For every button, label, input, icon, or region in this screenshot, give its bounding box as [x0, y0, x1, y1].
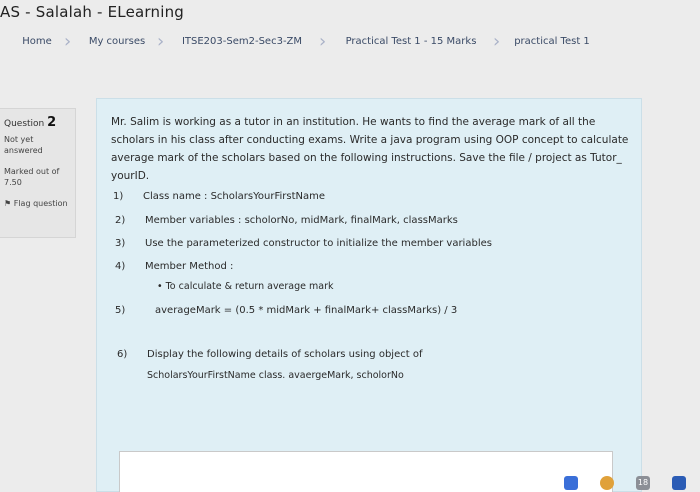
question-number-value: 2 [47, 115, 57, 130]
breadcrumb: Home › My courses › ITSE203-Sem2-Sec3-ZM… [6, 30, 600, 54]
flag-icon: ⚑ [4, 199, 12, 208]
list-item: 5) averageMark = (0.5 * midMark + finalMa… [115, 305, 458, 316]
breadcrumb-my-courses[interactable]: My courses [72, 30, 162, 54]
breadcrumb-section[interactable]: Practical Test 1 - 15 Marks [326, 30, 496, 54]
question-content: Mr. Salim is working as a tutor in an in… [96, 98, 642, 492]
list-item: 4) Member Method : [115, 261, 234, 272]
method-bullet: • To calculate & return average mark [157, 281, 334, 292]
badge-icon[interactable]: 18 [636, 476, 650, 490]
list-item-continuation: ScholarsYourFirstName class. avaergeMark… [147, 370, 404, 381]
site-title: AS - Salalah - ELearning [0, 3, 185, 21]
breadcrumb-quiz[interactable]: practical Test 1 [502, 30, 602, 54]
taskbar: 18 [564, 476, 694, 490]
list-item: 2) Member variables : scholorNo, midMark,… [115, 215, 458, 226]
answer-textarea[interactable] [119, 451, 613, 492]
question-info-panel: Question 2 Not yet answered Marked out o… [0, 108, 76, 238]
question-number: Question 2 [4, 115, 57, 130]
list-item: 3) Use the parameterized constructor to i… [115, 238, 492, 249]
breadcrumb-course[interactable]: ITSE203-Sem2-Sec3-ZM [164, 30, 320, 54]
word-icon[interactable] [672, 476, 686, 490]
question-text: Mr. Salim is working as a tutor in an in… [111, 116, 629, 182]
widgets-icon[interactable] [564, 476, 578, 490]
question-grade: Marked out of 7.50 [4, 167, 60, 187]
list-item: 1) Class name : ScholarsYourFirstName [113, 191, 325, 202]
question-state: Not yet answered [4, 135, 43, 155]
flag-question-link[interactable]: ⚑ Flag question [4, 198, 71, 209]
browser-icon[interactable] [600, 476, 614, 490]
list-item: 6) Display the following details of schol… [117, 349, 423, 360]
breadcrumb-home[interactable]: Home [6, 30, 68, 54]
